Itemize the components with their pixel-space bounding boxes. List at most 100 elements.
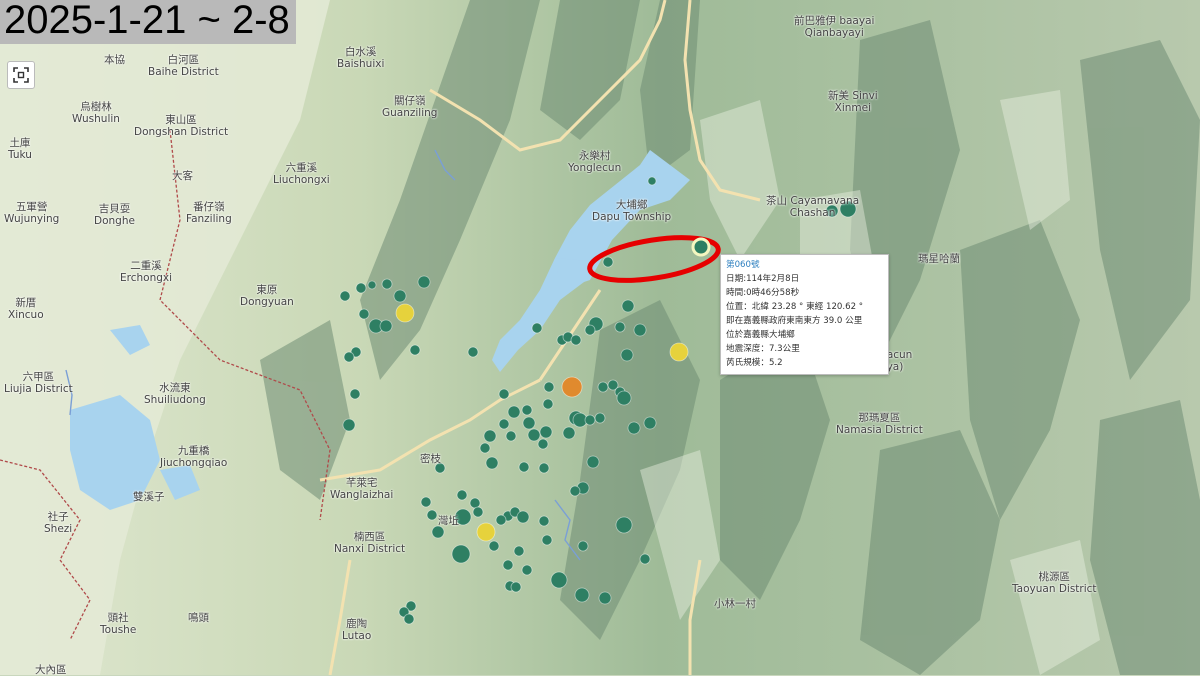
earthquake-marker[interactable] [584, 324, 596, 336]
earthquake-marker[interactable] [510, 581, 522, 593]
earthquake-marker[interactable] [537, 438, 549, 450]
earthquake-marker[interactable] [488, 540, 500, 552]
earthquake-marker[interactable] [420, 496, 432, 508]
place-label: 新美 Sinvi Xinmei [828, 90, 878, 114]
earthquake-marker[interactable] [527, 428, 541, 442]
earthquake-marker[interactable] [507, 405, 521, 419]
place-en: Shuiliudong [144, 394, 206, 406]
earthquake-marker[interactable] [495, 514, 507, 526]
earthquake-marker[interactable] [467, 346, 479, 358]
earthquake-marker[interactable] [498, 418, 510, 430]
earthquake-marker[interactable] [569, 485, 581, 497]
earthquake-marker[interactable] [614, 321, 626, 333]
selected-earthquake-marker[interactable] [691, 237, 711, 257]
place-name: 關仔嶺 [393, 95, 426, 107]
earthquake-marker[interactable] [620, 348, 634, 362]
earthquake-marker[interactable] [543, 381, 555, 393]
earthquake-marker[interactable] [616, 390, 632, 406]
place-name: 土庫 [9, 137, 31, 149]
earthquake-marker[interactable] [627, 421, 641, 435]
earthquake-marker[interactable] [550, 571, 568, 589]
earthquake-marker[interactable] [541, 534, 553, 546]
earthquake-marker[interactable] [577, 540, 589, 552]
earthquake-marker[interactable] [594, 412, 606, 424]
event-magnitude: 芮氏規模：5.2 [726, 358, 783, 368]
earthquake-marker[interactable] [584, 414, 596, 426]
earthquake-marker[interactable] [597, 381, 609, 393]
place-label: 九重橋 Jiuchongqiao [160, 445, 227, 469]
earthquake-marker[interactable] [643, 416, 657, 430]
earthquake-marker[interactable] [485, 456, 499, 470]
earthquake-marker[interactable] [393, 289, 407, 303]
earthquake-marker[interactable] [472, 506, 484, 518]
earthquake-marker[interactable] [505, 430, 517, 442]
earthquake-marker[interactable] [513, 545, 525, 557]
earthquake-marker[interactable] [521, 564, 533, 576]
place-name: 九重橋 [177, 445, 210, 457]
earthquake-marker[interactable] [483, 429, 497, 443]
earthquake-marker[interactable] [355, 282, 367, 294]
earthquake-marker[interactable] [498, 388, 510, 400]
earthquake-marker[interactable] [539, 425, 553, 439]
event-number-link[interactable]: 第060號 [726, 258, 884, 272]
earthquake-marker[interactable] [516, 510, 530, 524]
earthquake-marker[interactable] [574, 587, 590, 603]
fit-bounds-button[interactable] [7, 61, 35, 89]
earthquake-marker[interactable] [538, 462, 550, 474]
earthquake-marker[interactable] [479, 442, 491, 454]
earthquake-marker[interactable] [403, 613, 415, 625]
place-name: 六甲區 [22, 371, 55, 383]
earthquake-marker[interactable] [531, 322, 543, 334]
earthquake-marker[interactable] [381, 278, 393, 290]
earthquake-marker[interactable] [669, 342, 689, 362]
earthquake-marker[interactable] [586, 455, 600, 469]
earthquake-marker[interactable] [562, 426, 576, 440]
earthquake-marker[interactable] [602, 256, 614, 268]
place-label: 二重溪 Erchongxi [120, 260, 172, 284]
place-en: Tuku [8, 149, 32, 161]
earthquake-marker[interactable] [469, 497, 481, 509]
place-label: 土庫 Tuku [8, 137, 32, 161]
earthquake-marker[interactable] [456, 489, 468, 501]
place-en: Shezi [44, 523, 73, 535]
place-label: 東山區 Dongshan District [134, 114, 228, 138]
earthquake-marker[interactable] [451, 544, 471, 564]
earthquake-marker[interactable] [633, 323, 647, 337]
place-label: 新厝 Xincuo [8, 297, 44, 321]
earthquake-marker[interactable] [426, 509, 438, 521]
earthquake-marker[interactable] [342, 418, 356, 432]
earthquake-marker[interactable] [538, 515, 550, 527]
earthquake-marker[interactable] [367, 280, 377, 290]
place-label: 關仔嶺 Guanziling [382, 95, 437, 119]
earthquake-marker[interactable] [518, 461, 530, 473]
earthquake-marker[interactable] [570, 334, 582, 346]
earthquake-marker[interactable] [522, 416, 536, 430]
place-en: Dongyuan [240, 296, 294, 308]
earthquake-marker[interactable] [621, 299, 635, 313]
earthquake-marker[interactable] [639, 553, 651, 565]
earthquake-marker[interactable] [358, 308, 370, 320]
place-name: 吉貝耍 [98, 203, 131, 215]
earthquake-marker[interactable] [502, 559, 514, 571]
place-en: Dongshan District [134, 126, 229, 138]
earthquake-marker[interactable] [615, 516, 633, 534]
earthquake-marker[interactable] [431, 525, 445, 539]
event-depth: 地震深度：7.3公里 [726, 344, 800, 354]
earthquake-marker[interactable] [521, 404, 533, 416]
earthquake-marker[interactable] [417, 275, 431, 289]
place-label: 茶山 Cayamavana Chashan [766, 195, 859, 219]
earthquake-marker[interactable] [395, 303, 415, 323]
earthquake-marker[interactable] [647, 176, 657, 186]
earthquake-marker[interactable] [349, 388, 361, 400]
earthquake-marker[interactable] [542, 398, 554, 410]
earthquake-marker[interactable] [339, 290, 351, 302]
earthquake-marker[interactable] [409, 344, 421, 356]
earthquake-marker[interactable] [476, 522, 496, 542]
place-label: 雙溪子 [133, 491, 165, 503]
earthquake-marker[interactable] [561, 376, 583, 398]
place-label: 大埔鄉 Dapu Township [592, 199, 671, 223]
earthquake-marker[interactable] [379, 319, 393, 333]
earthquake-marker[interactable] [598, 591, 612, 605]
earthquake-marker[interactable] [343, 351, 355, 363]
place-name: 新厝 [15, 297, 37, 309]
